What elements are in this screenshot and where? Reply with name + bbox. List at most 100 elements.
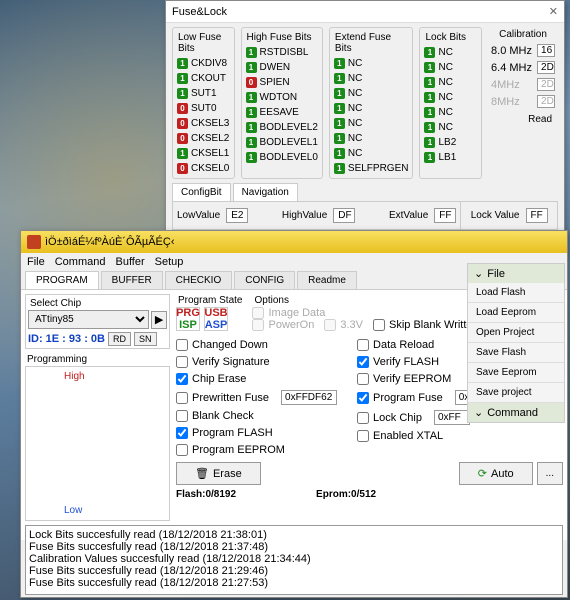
low-value-input[interactable]: E2 [226,208,248,223]
side-item[interactable]: Save Eeprom [468,363,564,383]
fuse-bit-row[interactable]: 1LB1 [422,150,479,165]
check-changed-down[interactable] [176,339,188,351]
bit-led: 1 [334,118,345,129]
fuse-bit-row[interactable]: 1NC [422,105,479,120]
check-chip-erase[interactable] [176,373,188,385]
check-verify-signature[interactable] [176,356,188,368]
fuse-bit-row[interactable]: 1CKOUT [175,71,232,86]
rd-button[interactable]: RD [108,332,131,346]
fuse-bit-row[interactable]: 1NC [332,146,411,161]
check-program-eeprom[interactable] [176,444,188,456]
bit-led: 1 [177,73,188,84]
calib-row: 8MHz2D [488,93,558,110]
tab-config[interactable]: CONFIG [234,271,295,289]
fuse-bit-row[interactable]: 1SUT1 [175,86,232,101]
log-area[interactable]: Lock Bits succesfully read (18/12/2018 2… [25,525,563,595]
tab-program[interactable]: PROGRAM [25,271,99,289]
fuse-bit-row[interactable]: 0CKSEL0 [175,161,232,176]
check-verify-eeprom[interactable] [357,373,369,385]
bit-led: 0 [177,103,188,114]
fuse-bit-row[interactable]: 0SUT0 [175,101,232,116]
bit-led: 1 [334,88,345,99]
auto-button[interactable]: ⟳Auto [459,462,533,485]
fuse-bit-row[interactable]: 0CKSEL3 [175,116,232,131]
fuse-titlebar[interactable]: Fuse&Lock ✕ [166,1,564,23]
side-file-header[interactable]: ⌄File [468,264,564,283]
check-verify-flash[interactable] [357,356,369,368]
erase-button[interactable]: 🗑Erase [176,462,261,485]
side-item[interactable]: Load Flash [468,283,564,303]
fuse-bit-row[interactable]: 1SELFPRGEN [332,161,411,176]
menu-buffer[interactable]: Buffer [115,256,144,268]
side-item[interactable]: Save Flash [468,343,564,363]
fuse-bit-row[interactable]: 1NC [422,75,479,90]
bit-led: 1 [334,148,345,159]
fuse-bit-row[interactable]: 1NC [422,45,479,60]
lock-value-input[interactable]: FF [526,208,548,223]
fuse-bit-row[interactable]: 1BODLEVEL0 [244,150,320,165]
bit-led: 1 [424,152,435,163]
calib-read-button[interactable]: Read [488,110,558,129]
fuse-bit-row[interactable]: 1EESAVE [244,105,320,120]
check-program-flash[interactable] [176,427,188,439]
menu-setup[interactable]: Setup [155,256,184,268]
fuse-bit-row[interactable]: 1NC [332,71,411,86]
ext-value-input[interactable]: FF [434,208,456,223]
fuse-bit-row[interactable]: 1CKDIV8 [175,56,232,71]
tab-navigation[interactable]: Navigation [233,183,298,201]
bit-led: 1 [334,58,345,69]
side-item[interactable]: Save project [468,383,564,403]
fuse-bit-row[interactable]: 1NC [332,131,411,146]
usb-asp-icon[interactable]: USBASP [204,307,228,331]
fuse-bit-row[interactable]: 1CKSEL1 [175,146,232,161]
prewritten-hex[interactable]: 0xFFDF62 [281,390,337,405]
calibration-col: Calibration 8.0 MHz166.4 MHz2D4MHz2D8MHz… [488,27,558,179]
v33-check [324,319,336,331]
fuse-bit-row[interactable]: 1NC [332,101,411,116]
fuse-bit-row[interactable]: 1NC [332,116,411,131]
check-enabled-xtal[interactable] [357,430,369,442]
menu-file[interactable]: File [27,256,45,268]
side-item[interactable]: Open Project [468,323,564,343]
side-command-header[interactable]: ⌄Command [468,403,564,422]
high-value-input[interactable]: DF [333,208,355,223]
tab-readme[interactable]: Readme [297,271,357,289]
fuse-bit-row[interactable]: 1LB2 [422,135,479,150]
fuse-bit-row[interactable]: 1WDTON [244,90,320,105]
fuse-bit-row[interactable]: 1NC [422,90,479,105]
lock-hex[interactable]: 0xFF [434,410,470,425]
tab-checkio[interactable]: CHECKIO [165,271,233,289]
tab-configbit[interactable]: ConfigBit [172,183,231,201]
sn-button[interactable]: SN [134,332,157,346]
bit-led: 1 [424,62,435,73]
fuse-bit-row[interactable]: 1NC [332,86,411,101]
side-item[interactable]: Load Eeprom [468,303,564,323]
menu-command[interactable]: Command [55,256,106,268]
bit-led: 1 [246,122,257,133]
tab-buffer[interactable]: BUFFER [101,271,163,289]
check-lock-chip[interactable] [357,412,369,424]
chip-go-button[interactable]: ▶ [151,311,167,329]
fuse-bit-row[interactable]: 1NC [422,60,479,75]
bit-led: 1 [334,103,345,114]
fuse-bit-row[interactable]: 0SPIEN [244,75,320,90]
fuse-bit-row[interactable]: 1BODLEVEL2 [244,120,320,135]
fuse-bit-row[interactable]: 1NC [422,120,479,135]
check-blank-check[interactable] [176,410,188,422]
prg-isp-icon[interactable]: PRGISP [176,307,200,331]
skip-blank-check[interactable] [373,319,385,331]
fuse-bit-row[interactable]: 1NC [332,56,411,71]
check-prewritten-fuse[interactable] [176,392,188,404]
fuse-bit-row[interactable]: 0CKSEL2 [175,131,232,146]
chip-select[interactable]: ATtiny85 [28,310,149,329]
bit-led: 1 [424,92,435,103]
more-button[interactable]: ... [537,462,563,485]
check-data-reload[interactable] [357,339,369,351]
chevron-down-icon: ⌄ [474,267,483,280]
fuse-bit-row[interactable]: 1DWEN [244,60,320,75]
check-program-fuse[interactable] [357,392,369,404]
fuse-bit-row[interactable]: 1RSTDISBL [244,45,320,60]
fuse-bit-row[interactable]: 1BODLEVEL1 [244,135,320,150]
close-icon[interactable]: ✕ [549,5,558,18]
main-titlebar[interactable]: ìÖ±ðìáÉ¼fºÀúÈ´ÔÃµÃÉÇ‹ [21,231,567,253]
